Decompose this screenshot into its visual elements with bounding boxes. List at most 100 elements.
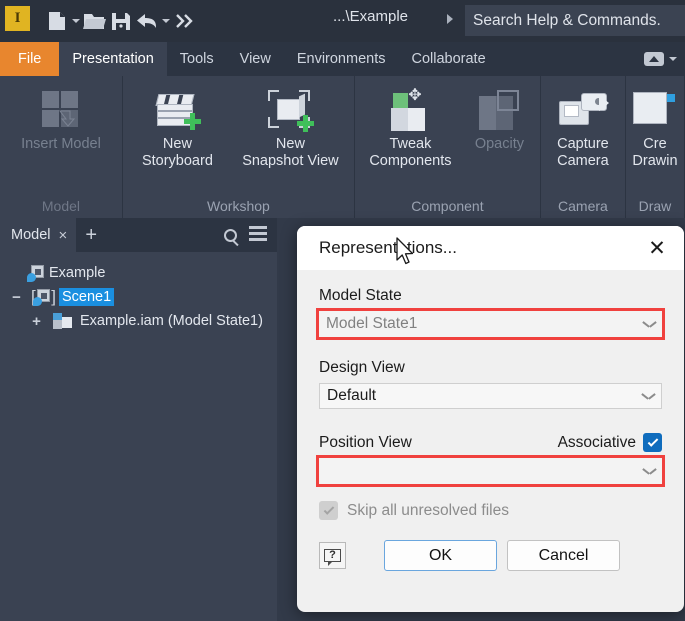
create-drawing-button[interactable]: Cre Drawin <box>626 76 685 170</box>
tree-item-label: Example <box>49 265 105 281</box>
plus-badge-icon <box>297 115 314 132</box>
tweak-components-icon: ✥ <box>389 84 431 136</box>
opacity-label: Opacity <box>475 136 524 153</box>
panel-menu-icon[interactable] <box>249 226 267 244</box>
title-dropdown-arrow-icon[interactable] <box>447 14 453 24</box>
insert-model-icon <box>42 84 80 136</box>
tab-model-browser[interactable]: Model × <box>0 218 76 252</box>
create-drawing-icon <box>633 84 677 136</box>
tree-item-example-root[interactable]: Example <box>8 261 277 285</box>
tab-collaborate[interactable]: Collaborate <box>398 42 498 76</box>
tab-environments[interactable]: Environments <box>284 42 399 76</box>
open-file-icon[interactable] <box>82 6 108 36</box>
associative-control[interactable]: Associative <box>558 433 662 452</box>
add-tab-icon[interactable]: + <box>76 218 106 252</box>
dialog-title: Representations... <box>319 238 457 258</box>
new-snapshot-view-button[interactable]: New Snapshot View <box>229 76 351 170</box>
capture-camera-icon <box>559 84 607 136</box>
cloud-icon[interactable] <box>644 52 664 66</box>
new-snapshot-view-icon <box>268 84 312 136</box>
tweak-components-label: Tweak Components <box>369 136 451 170</box>
cancel-button[interactable]: Cancel <box>507 540 620 571</box>
new-snapshot-view-label: New Snapshot View <box>242 136 338 170</box>
ribbon-panel-camera: Capture Camera Camera <box>541 76 626 218</box>
capture-camera-label: Capture Camera <box>557 136 609 170</box>
new-file-icon[interactable] <box>44 6 70 36</box>
tab-presentation[interactable]: Presentation <box>59 42 166 76</box>
associative-checkbox[interactable] <box>643 433 662 452</box>
assembly-icon <box>53 313 73 329</box>
new-storyboard-label: New Storyboard <box>142 136 213 170</box>
expand-toolbar-icon[interactable] <box>172 6 198 36</box>
ribbon-panel-model-title: Model <box>42 198 80 218</box>
search-icon[interactable] <box>224 229 237 242</box>
position-view-row: Position View Associative <box>319 433 662 452</box>
save-file-icon[interactable] <box>108 6 134 36</box>
ribbon-panel-workshop-title: Workshop <box>207 198 270 218</box>
undo-icon[interactable] <box>134 6 160 36</box>
tree-item-label: Example.iam (Model State1) <box>80 313 263 329</box>
model-state-label: Model State <box>319 287 662 305</box>
ribbon-panel-component-title: Component <box>411 198 483 218</box>
tree-item-example-iam[interactable]: + Example.iam (Model State1) <box>8 309 277 333</box>
document-title: ...\Example <box>333 8 408 25</box>
skip-unresolved-checkbox <box>319 501 338 520</box>
capture-camera-button[interactable]: Capture Camera <box>545 76 621 170</box>
inventor-logo-letter: I <box>5 6 30 31</box>
drawing-badge-icon <box>667 94 675 102</box>
close-icon[interactable]: ✕ <box>636 228 678 268</box>
ribbon-panel-component: ✥ Tweak Components <box>355 76 541 218</box>
position-view-select[interactable] <box>319 458 662 484</box>
create-drawing-label: Cre Drawin <box>632 136 677 170</box>
inventor-logo-icon[interactable]: I <box>5 6 35 36</box>
tree-expander[interactable]: + <box>30 314 43 329</box>
search-input[interactable]: Search Help & Commands. <box>465 5 685 36</box>
ribbon-panel-camera-title: Camera <box>558 198 608 218</box>
model-state-select[interactable]: Model State1 <box>319 311 662 337</box>
undo-dropdown[interactable] <box>160 6 172 36</box>
dialog-title-bar: Representations... ✕ <box>297 226 684 270</box>
plus-badge-icon <box>184 113 201 130</box>
chevron-down-icon[interactable] <box>643 320 656 328</box>
tab-tools[interactable]: Tools <box>167 42 227 76</box>
design-view-label: Design View <box>319 359 662 377</box>
tab-model-browser-label: Model <box>11 227 51 243</box>
position-view-highlight <box>316 455 665 487</box>
tree-item-scene1[interactable]: − Scene1 <box>8 285 277 309</box>
ribbon-panel-workshop: New Storyboard New Snapshot View Worksho… <box>123 76 355 218</box>
chevron-down-icon[interactable] <box>642 392 655 400</box>
position-view-label: Position View <box>319 434 412 452</box>
ribbon-tab-extras <box>644 42 685 76</box>
dialog-body: Model State Model State1 Design View Def… <box>297 270 684 571</box>
tab-file[interactable]: File <box>0 42 59 76</box>
model-tree: Example − Scene1 + Example.iam (Model St… <box>0 252 277 333</box>
scene-root-icon <box>27 265 45 282</box>
quick-access-toolbar: I <box>0 0 685 42</box>
model-browser-panel: Model × + Example − Sce <box>0 218 277 621</box>
close-icon[interactable]: × <box>59 228 68 243</box>
new-file-dropdown[interactable] <box>70 6 82 36</box>
new-storyboard-button[interactable]: New Storyboard <box>125 76 229 170</box>
insert-model-button: Insert Model <box>14 76 108 153</box>
help-icon: ? <box>324 549 341 562</box>
ok-button[interactable]: OK <box>384 540 497 571</box>
opacity-button: Opacity <box>462 76 536 153</box>
tweak-components-button[interactable]: ✥ Tweak Components <box>358 76 462 170</box>
chevron-down-icon[interactable] <box>643 467 656 475</box>
ribbon-panel-model: Insert Model Model <box>0 76 123 218</box>
ribbon-panel-draw-title: Draw <box>639 198 672 218</box>
opacity-icon <box>479 84 519 136</box>
insert-model-label: Insert Model <box>21 136 101 153</box>
search-placeholder: Search Help & Commands. <box>473 12 661 30</box>
ribbon-options-chevron-down-icon[interactable] <box>669 57 677 61</box>
help-button[interactable]: ? <box>319 542 346 569</box>
tab-view[interactable]: View <box>227 42 284 76</box>
tree-item-label: Scene1 <box>59 288 114 306</box>
design-view-select[interactable]: Default <box>319 383 662 409</box>
ribbon-panel-draw: Cre Drawin Draw <box>626 76 685 218</box>
application-window: I <box>0 0 685 621</box>
representations-dialog: Representations... ✕ Model State Model S… <box>297 226 684 612</box>
scene-icon <box>33 289 51 306</box>
model-state-highlight: Model State1 <box>316 308 665 340</box>
tree-expander[interactable]: − <box>10 290 23 305</box>
